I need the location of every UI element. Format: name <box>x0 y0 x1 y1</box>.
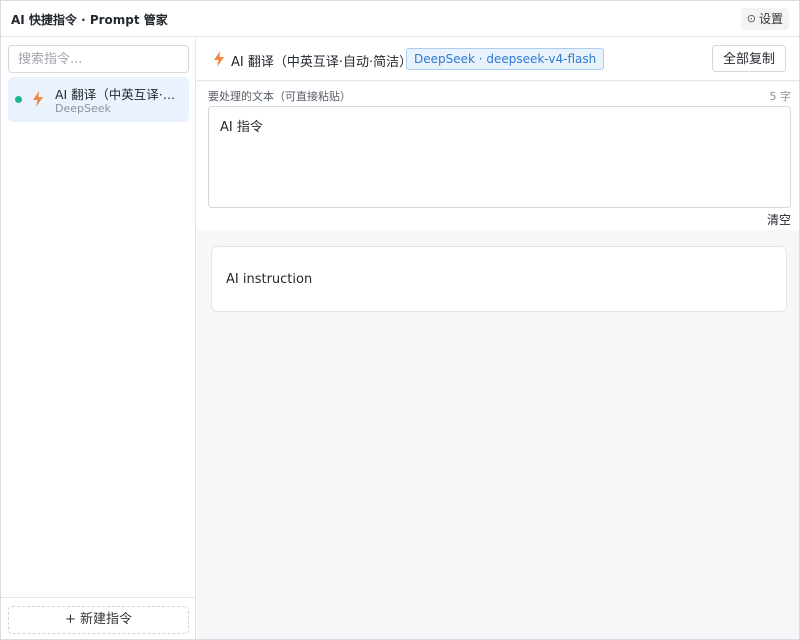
sidebar: AI 翻译（中英互译·自动·简洁） DeepSeek + 新建指令 <box>1 37 196 639</box>
new-command-button[interactable]: + 新建指令 <box>8 606 189 634</box>
title-bar: AI 快捷指令 · Prompt 管家 ⊙ 设置 <box>1 1 799 37</box>
input-section: 要处理的文本（可直接粘贴） 5 字 AI 指令 清空 <box>197 82 799 230</box>
lightning-icon <box>33 91 43 107</box>
sidebar-footer: + 新建指令 <box>1 597 195 639</box>
model-badge: DeepSeek · deepseek-v4-flash <box>406 48 605 70</box>
input-textarea[interactable]: AI 指令 <box>208 106 791 208</box>
main-panel: AI 翻译（中英互译·自动·简洁） DeepSeek · deepseek-v4… <box>197 37 799 639</box>
command-title: AI 翻译（中英互译·自动·简洁） <box>231 55 413 70</box>
search-input[interactable] <box>8 45 189 73</box>
app-title: AI 快捷指令 · Prompt 管家 <box>11 13 168 27</box>
settings-button[interactable]: ⊙ 设置 <box>740 8 789 30</box>
command-list-item[interactable]: AI 翻译（中英互译·自动·简洁） DeepSeek <box>8 77 189 122</box>
char-count: 5 字 <box>769 90 792 103</box>
status-dot <box>15 96 22 103</box>
result-text: AI instruction <box>226 272 313 287</box>
gear-icon: ⊙ <box>746 12 756 25</box>
command-name: AI 翻译（中英互译·自动·简洁） <box>55 87 183 102</box>
input-label: 要处理的文本（可直接粘贴） <box>208 90 351 103</box>
result-card: AI instruction <box>211 246 787 312</box>
lightning-icon <box>214 51 224 67</box>
command-provider: DeepSeek <box>55 102 111 115</box>
command-header: AI 翻译（中英互译·自动·简洁） DeepSeek · deepseek-v4… <box>197 37 799 81</box>
copy-all-button[interactable]: 全部复制 <box>711 45 786 72</box>
app-window: AI 快捷指令 · Prompt 管家 ⊙ 设置 AI 翻译（中英互译·自动·简… <box>0 0 800 640</box>
clear-button[interactable]: 清空 <box>767 211 791 228</box>
settings-label: 设置 <box>758 12 783 26</box>
